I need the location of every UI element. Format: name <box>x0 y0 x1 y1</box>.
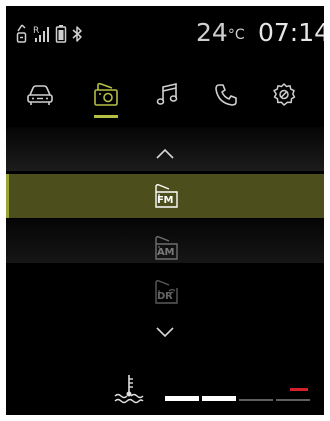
coolant-temperature-gauge <box>165 388 313 402</box>
gauge-segment <box>202 396 236 401</box>
battery-icon <box>55 25 67 43</box>
bottom-bar <box>6 361 324 415</box>
svg-text:R: R <box>33 26 39 36</box>
tab-settings[interactable] <box>262 73 306 117</box>
source-item-dr[interactable]: DR <box>6 270 324 314</box>
music-note-icon <box>156 82 178 105</box>
chevron-up-icon <box>156 148 174 159</box>
chevron-down-icon <box>156 327 174 338</box>
source-label: FM <box>157 195 174 206</box>
fm-radio-icon: FM <box>150 181 180 211</box>
gauge-warning-marker <box>290 388 308 391</box>
gauge-segment <box>276 399 310 401</box>
am-radio-icon: AM <box>150 233 180 263</box>
scroll-up-button[interactable] <box>151 144 179 164</box>
gauge-segment <box>239 399 273 401</box>
scroll-down-button[interactable] <box>151 322 179 342</box>
source-label: AM <box>157 247 175 258</box>
bluetooth-icon <box>72 26 82 42</box>
coolant-temperature-icon <box>114 375 144 404</box>
signal-bars-icon: R <box>33 26 49 42</box>
outside-temperature: 24°C <box>196 18 245 47</box>
clock: 07:14 <box>258 18 324 47</box>
source-item-am[interactable]: AM <box>6 226 324 270</box>
radio-icon <box>94 82 118 106</box>
car-icon <box>27 85 53 105</box>
phone-icon <box>215 84 237 106</box>
source-label: DR <box>157 291 173 302</box>
gear-icon <box>273 83 296 106</box>
tab-radio[interactable] <box>84 73 128 117</box>
source-item-fm[interactable]: FM <box>6 174 324 218</box>
active-tab-indicator <box>94 115 118 118</box>
infotainment-screen: R 24°C 07:14 FM AM DR <box>6 6 324 415</box>
status-icons: R <box>15 23 83 45</box>
temperature-unit: °C <box>227 27 245 43</box>
status-bar: R 24°C 07:14 <box>6 6 324 60</box>
dab-radio-icon: DR <box>150 277 180 307</box>
phone-data-icon <box>16 24 27 43</box>
tab-vehicle[interactable] <box>18 73 62 117</box>
tab-phone[interactable] <box>204 73 248 117</box>
gauge-segment <box>165 396 199 401</box>
main-nav <box>6 73 324 121</box>
tab-music[interactable] <box>146 73 190 117</box>
